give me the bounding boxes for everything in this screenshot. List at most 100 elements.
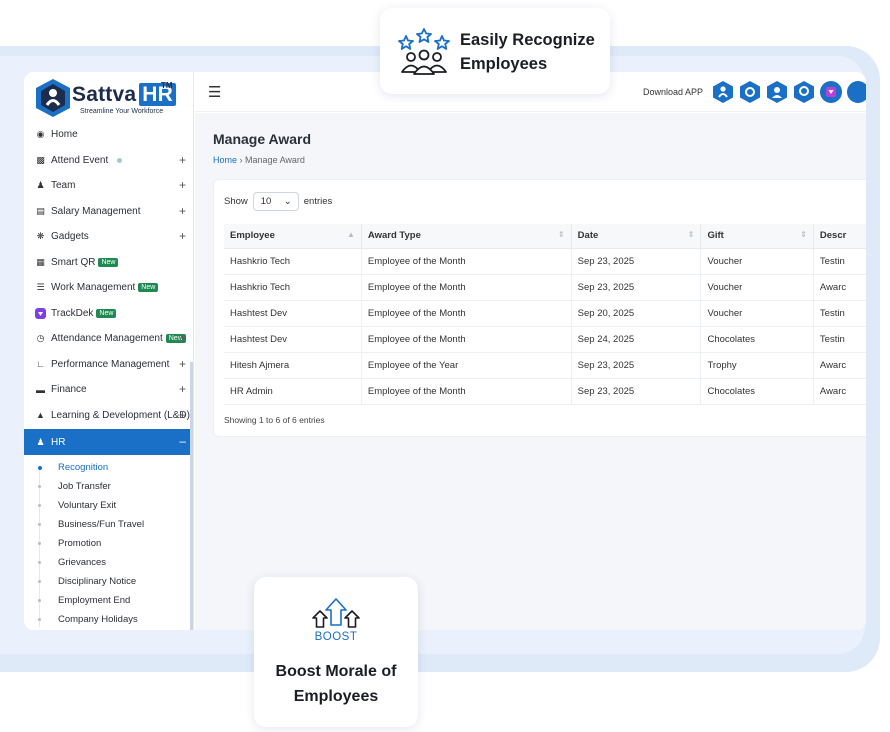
column-header-award-type[interactable]: Award Type ⇕ (361, 224, 572, 249)
submenu-item-promotion[interactable]: Promotion (24, 534, 193, 553)
chevron-down-icon: ⌄ (283, 196, 292, 207)
sidebar-item-label: Finance (51, 384, 87, 396)
awards-table: Employee ▲ Award Type ⇕ Date ⇕ Gift ⇕ Descr … (224, 224, 866, 405)
clock-icon: ◷ (36, 333, 45, 344)
sidebar-item-gadgets[interactable]: ❋ Gadgets + (24, 224, 193, 250)
cell-date: Sep 23, 2025 (571, 248, 702, 275)
callout-boost-line2: Employees (293, 688, 379, 705)
cell-date: Sep 23, 2025 (571, 352, 702, 379)
breadcrumb-separator: › (239, 155, 243, 165)
users-icon: ♟ (36, 180, 45, 191)
app-icon-team[interactable] (792, 80, 816, 104)
expand-icon[interactable]: + (179, 331, 186, 345)
table-row: Hitesh Ajmera Employee of the Year Sep 2… (224, 352, 866, 379)
menu-toggle-icon[interactable]: ☰ (208, 83, 221, 101)
expand-icon[interactable]: + (179, 178, 186, 192)
sidebar-item-performance-management[interactable]: ∟ Performance Management + (24, 352, 193, 378)
trackdek-icon (35, 307, 46, 319)
expand-icon[interactable]: + (179, 408, 186, 422)
sidebar-item-finance[interactable]: ▬ Finance + (24, 377, 193, 403)
entries-select[interactable]: 10 ⌄ (252, 192, 299, 211)
expand-icon[interactable]: + (179, 229, 186, 243)
cell-description: Testin (813, 248, 866, 275)
breadcrumb: Home › Manage Award (213, 155, 305, 165)
column-header-description[interactable]: Descr (813, 224, 866, 249)
brand-logo[interactable]: Sattva HR TM Streamline Your Workforce (34, 78, 184, 120)
chart-icon: ∟ (36, 359, 45, 370)
sidebar-item-attendance-management[interactable]: ◷ Attendance Management New + (24, 326, 193, 352)
sidebar-item-salary-management[interactable]: ▤ Salary Management + (24, 199, 193, 225)
cell-gift: Voucher (700, 274, 814, 301)
submenu-item-grievances[interactable]: Grievances (24, 553, 193, 572)
cell-gift: Voucher (700, 300, 814, 327)
main-content: Manage Award Home › Manage Award Show 10… (195, 113, 866, 630)
cell-date: Sep 24, 2025 (571, 326, 702, 353)
collapse-icon[interactable]: – (179, 434, 186, 448)
new-badge: New (138, 283, 159, 293)
document-icon: ▤ (36, 205, 45, 216)
app-icon-gear[interactable] (738, 80, 762, 104)
table-header-row: Employee ▲ Award Type ⇕ Date ⇕ Gift ⇕ Descr (224, 224, 866, 249)
app-icon-trackdek[interactable] (819, 80, 843, 104)
sidebar-item-label: Work Management (51, 282, 136, 294)
submenu-item-disciplinary-notice[interactable]: Disciplinary Notice (24, 572, 193, 591)
feature-callout-recognize: Easily Recognize Employees (380, 8, 610, 94)
app-icon-sattva[interactable] (711, 80, 735, 104)
expand-icon[interactable]: + (179, 204, 186, 218)
submenu-item-job-transfer[interactable]: Job Transfer (24, 477, 193, 496)
submenu-item-voluntary-exit[interactable]: Voluntary Exit (24, 496, 193, 515)
app-icon-user[interactable] (765, 80, 789, 104)
sort-icon: ⇕ (557, 230, 565, 239)
column-header-gift[interactable]: Gift ⇕ (700, 224, 814, 249)
submenu-item-business-travel[interactable]: Business/Fun Travel (24, 515, 193, 534)
sidebar: Sattva HR TM Streamline Your Workforce ◉ … (24, 72, 194, 630)
status-dot (117, 157, 123, 163)
download-app-label[interactable]: Download APP (643, 87, 703, 97)
cell-date: Sep 20, 2025 (571, 300, 702, 327)
stage: Sattva HR TM Streamline Your Workforce ◉ … (0, 0, 890, 732)
sidebar-item-label: Salary Management (51, 205, 141, 217)
entries-label: entries (303, 196, 333, 207)
cell-gift: Voucher (700, 248, 814, 275)
dashboard-icon: ◉ (36, 129, 45, 140)
submenu-item-employment-end[interactable]: Employment End (24, 591, 193, 610)
cell-award-type: Employee of the Month (361, 274, 572, 301)
entries-value: 10 (260, 196, 272, 207)
hr-submenu: Recognition Job Transfer Voluntary Exit … (24, 458, 193, 629)
cell-description: Testin (813, 326, 866, 353)
cell-award-type: Employee of the Year (361, 352, 572, 379)
wallet-icon: ▬ (36, 384, 45, 395)
table-row: Hashtest Dev Employee of the Month Sep 2… (224, 300, 866, 327)
page-length-control: Show 10 ⌄ entries (224, 192, 332, 211)
new-badge: New (98, 257, 119, 267)
sidebar-item-team[interactable]: ♟ Team + (24, 173, 193, 199)
column-header-date[interactable]: Date ⇕ (571, 224, 702, 249)
column-header-employee[interactable]: Employee ▲ (224, 224, 362, 249)
submenu-item-company-holidays[interactable]: Company Holidays (24, 610, 193, 629)
table-row: Hashkrio Tech Employee of the Month Sep … (224, 274, 866, 301)
people-stars-icon (398, 28, 450, 75)
sidebar-item-attend-event[interactable]: ▩ Attend Event + (24, 148, 193, 174)
calendar-icon: ▩ (36, 154, 45, 165)
sidebar-item-hr[interactable]: ♟ HR – (24, 429, 193, 455)
sidebar-item-smart-qr[interactable]: ▦ Smart QR New (24, 250, 193, 276)
callout-boost-line1: Boost Morale of (275, 663, 397, 680)
cell-description: Testin (813, 300, 866, 327)
table-row: Hashtest Dev Employee of the Month Sep 2… (224, 326, 866, 353)
cell-date: Sep 23, 2025 (571, 274, 702, 301)
sidebar-item-work-management[interactable]: ☰ Work Management New (24, 275, 193, 301)
cell-employee: Hashtest Dev (224, 326, 362, 353)
app-icons (711, 80, 866, 104)
submenu-item-recognition[interactable]: Recognition (24, 458, 193, 477)
cell-description: Awarc (813, 274, 866, 301)
expand-icon[interactable]: + (179, 357, 186, 371)
sidebar-item-learning-development[interactable]: ▲ Learning & Development (L&D) + (24, 403, 193, 429)
breadcrumb-home[interactable]: Home (213, 155, 237, 165)
graduation-icon: ▲ (36, 410, 45, 421)
sidebar-scrollbar[interactable] (190, 362, 193, 630)
sidebar-item-home[interactable]: ◉ Home (24, 122, 193, 148)
expand-icon[interactable]: + (179, 382, 186, 396)
expand-icon[interactable]: + (179, 153, 186, 167)
user-avatar[interactable] (846, 80, 866, 104)
sidebar-item-trackdek[interactable]: TrackDek New (24, 301, 193, 327)
